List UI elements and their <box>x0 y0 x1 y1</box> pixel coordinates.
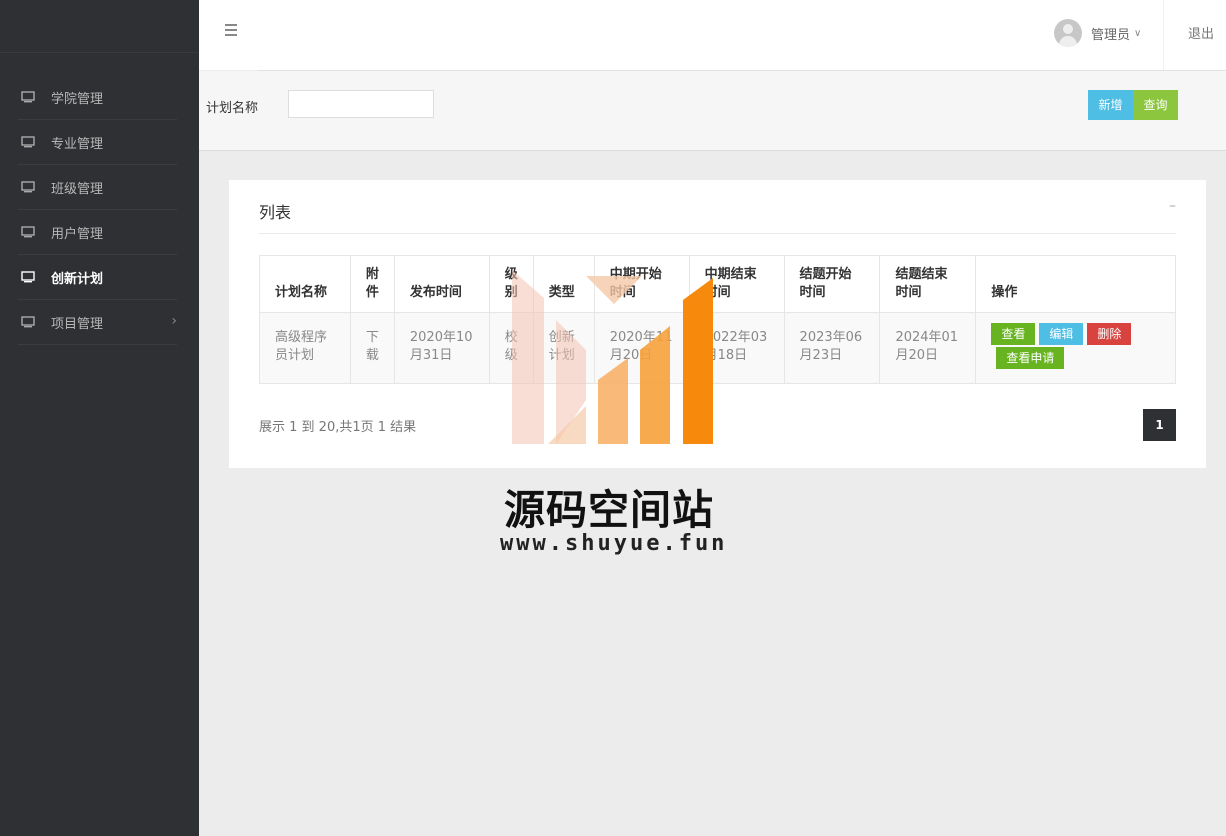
cell-final-end: 2024年01月20日 <box>879 312 977 384</box>
column-header: 操作 <box>975 255 1176 313</box>
column-header: 附件 <box>349 255 395 313</box>
plan-name-label: 计划名称 <box>206 101 259 116</box>
avatar <box>1054 19 1082 47</box>
collapse-icon[interactable]: – <box>1169 198 1176 214</box>
query-button[interactable]: 查询 <box>1133 90 1178 120</box>
monitor-icon <box>21 181 35 193</box>
sidebar-item-1[interactable]: 专业管理 <box>18 120 177 165</box>
watermark-bar <box>586 276 642 304</box>
sidebar-item-2[interactable]: 班级管理 <box>18 165 177 210</box>
hamburger-icon[interactable] <box>225 24 237 38</box>
monitor-icon <box>21 271 35 283</box>
monitor-icon <box>21 316 35 328</box>
monitor-icon <box>21 136 35 148</box>
view-button[interactable]: 查看 <box>991 323 1036 345</box>
user-name: 管理员 <box>1091 27 1131 43</box>
column-header: 结题结束时间 <box>879 255 977 313</box>
panel-divider <box>259 233 1176 234</box>
search-bar: 计划名称 新增 查询 <box>199 71 1226 151</box>
header-divider <box>1163 0 1164 70</box>
watermark-bar <box>512 270 544 444</box>
panel-title: 列表 <box>259 203 292 222</box>
logout-link[interactable]: 退出 <box>1188 23 1214 42</box>
watermark-bar <box>598 358 628 444</box>
monitor-icon <box>21 226 35 238</box>
chevron-down-icon: ∨ <box>1134 27 1142 39</box>
sidebar-item-label: 专业管理 <box>51 136 104 152</box>
cell-plan-name: 高级程序员计划 <box>259 312 351 384</box>
chevron-right-icon: › <box>171 313 177 329</box>
edit-button[interactable]: 编辑 <box>1039 323 1084 345</box>
user-menu[interactable]: 管理员 ∨ <box>1054 19 1141 47</box>
sidebar-item-label: 创新计划 <box>51 271 104 287</box>
watermark-bar <box>640 326 670 444</box>
sidebar: 学院管理专业管理班级管理用户管理创新计划项目管理 › <box>0 0 199 836</box>
download-link[interactable]: 下载 <box>349 312 395 384</box>
sidebar-item-label: 项目管理 <box>51 316 104 332</box>
watermark-title: 源码空间站 <box>504 486 714 534</box>
sidebar-item-label: 班级管理 <box>51 181 104 197</box>
cell-actions: 查看 编辑 删除 查看申请 <box>975 312 1176 384</box>
delete-button[interactable]: 删除 <box>1087 323 1132 345</box>
sidebar-logo-area <box>0 0 199 53</box>
column-header: 计划名称 <box>259 255 351 313</box>
sidebar-nav: 学院管理专业管理班级管理用户管理创新计划项目管理 › <box>0 75 199 345</box>
sidebar-item-3[interactable]: 用户管理 <box>18 210 177 255</box>
view-applications-button[interactable]: 查看申请 <box>996 347 1065 369</box>
watermark-logo <box>512 270 713 444</box>
sidebar-item-5[interactable]: 项目管理 › <box>18 300 177 345</box>
sidebar-item-label: 用户管理 <box>51 226 104 242</box>
monitor-icon <box>21 91 35 103</box>
sidebar-item-label: 学院管理 <box>51 91 104 107</box>
top-header: 管理员 ∨ 退出 <box>199 0 1226 70</box>
column-header: 结题开始时间 <box>783 255 881 313</box>
watermark-bar <box>683 278 713 444</box>
cell-final-start: 2023年06月23日 <box>783 312 881 384</box>
add-button[interactable]: 新增 <box>1088 90 1133 120</box>
plan-name-input[interactable] <box>288 90 434 118</box>
page-button-current[interactable]: 1 <box>1143 409 1176 441</box>
cell-publish-time: 2020年10月31日 <box>393 312 490 384</box>
sidebar-item-0[interactable]: 学院管理 <box>18 75 177 120</box>
watermark-url: www.shuyue.fun <box>500 531 728 556</box>
column-header: 发布时间 <box>393 255 490 313</box>
sidebar-item-4[interactable]: 创新计划 <box>18 255 177 300</box>
pagination-summary: 展示 1 到 20,共1页 1 结果 <box>259 420 417 435</box>
